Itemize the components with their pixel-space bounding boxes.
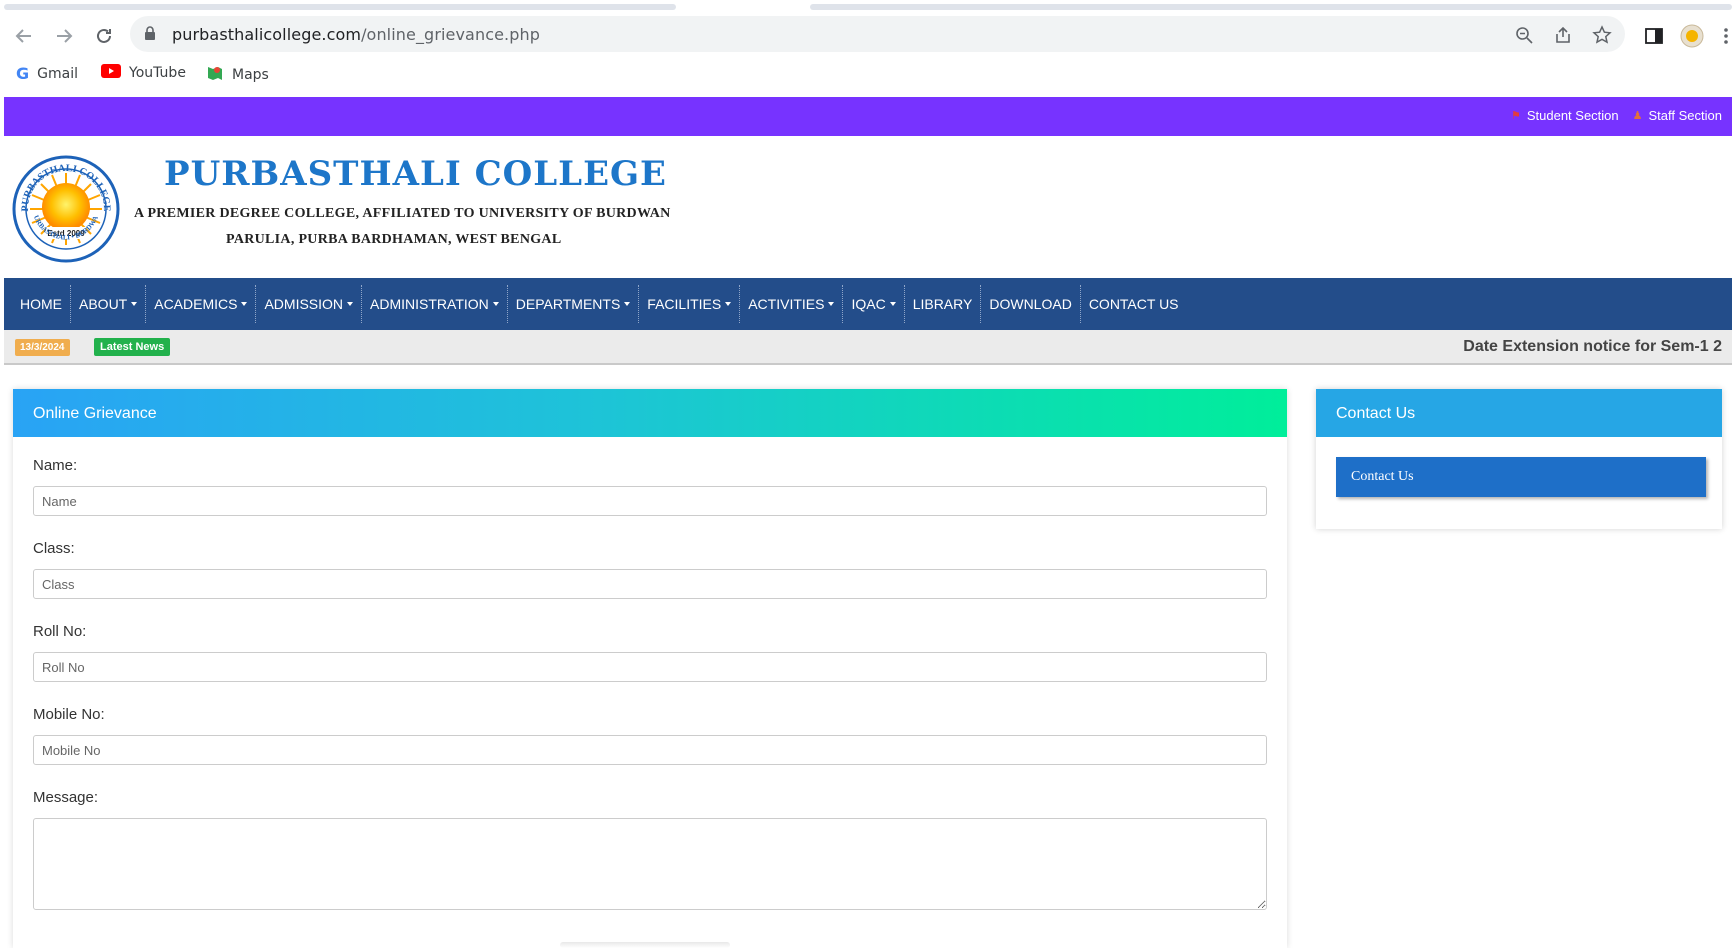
- share-icon[interactable]: [1552, 24, 1574, 46]
- caret-down-icon: [889, 302, 896, 306]
- caret-down-icon: [828, 302, 835, 306]
- roll-no-input[interactable]: [33, 652, 1267, 682]
- latest-news-badge: Latest News: [94, 338, 171, 356]
- nav-about[interactable]: ABOUT: [71, 285, 147, 323]
- mobile-no-label: Mobile No:: [33, 706, 105, 723]
- mobile-no-input[interactable]: [33, 735, 1267, 765]
- caret-down-icon: [725, 302, 732, 306]
- bookmarks-bar: G Gmail YouTube Maps: [0, 62, 1732, 86]
- back-arrow-icon[interactable]: [10, 22, 38, 50]
- college-subtitle: A PREMIER DEGREE COLLEGE, AFFILIATED TO …: [134, 206, 671, 221]
- grievance-form: Name: Class: Roll No: Mobile No: Message…: [13, 437, 1287, 910]
- reload-icon[interactable]: [90, 22, 118, 50]
- roll-no-label: Roll No:: [33, 623, 87, 640]
- maps-icon: [206, 64, 224, 86]
- url-text: purbasthalicollege.com/online_grievance.…: [172, 25, 540, 44]
- news-ticker-text[interactable]: Date Extension notice for Sem-1 2: [1463, 338, 1722, 356]
- browser-tab[interactable]: [810, 4, 1732, 10]
- flag-icon: ⚑: [1510, 110, 1521, 122]
- top-utility-bar: ⚑ Student Section ♟ Staff Section: [4, 97, 1732, 136]
- college-address: PARULIA, PURBA BARDHAMAN, WEST BENGAL: [226, 232, 562, 247]
- nav-admission[interactable]: ADMISSION: [256, 285, 363, 323]
- message-label: Message:: [33, 789, 99, 806]
- user-icon: ♟: [1632, 110, 1643, 122]
- nav-facilities[interactable]: FACILITIES: [639, 285, 741, 323]
- main-nav: HOME ABOUT ACADEMICS ADMISSION ADMINISTR…: [4, 278, 1732, 330]
- forward-arrow-icon[interactable]: [50, 22, 78, 50]
- contact-sidebar: Contact Us Contact Us: [1316, 389, 1722, 529]
- news-ticker: 13/3/2024 Latest News Date Extension not…: [4, 330, 1732, 365]
- nav-contact-us[interactable]: CONTACT US: [1081, 285, 1187, 323]
- grievance-panel: Online Grievance Name: Class: Roll No: M…: [13, 389, 1287, 948]
- youtube-icon: [101, 64, 121, 82]
- tab-strip: [0, 0, 1732, 12]
- zoom-icon[interactable]: [1513, 24, 1535, 46]
- student-section-link[interactable]: ⚑ Student Section: [1511, 108, 1619, 123]
- message-textarea[interactable]: [33, 818, 1267, 910]
- nav-download[interactable]: DOWNLOAD: [981, 285, 1081, 323]
- nav-activities[interactable]: ACTIVITIES: [740, 285, 844, 323]
- site-header: Estd 2009 PURBASTHALI COLLEGE PURBASTHAL…: [4, 136, 1732, 278]
- caret-down-icon: [131, 302, 138, 306]
- address-bar[interactable]: purbasthalicollege.com/online_grievance.…: [130, 16, 1625, 52]
- submit-button-edge[interactable]: [560, 942, 730, 948]
- class-label: Class:: [33, 540, 75, 557]
- browser-chrome: purbasthalicollege.com/online_grievance.…: [0, 0, 1732, 97]
- name-input[interactable]: [33, 486, 1267, 516]
- name-label: Name:: [33, 457, 78, 474]
- profile-avatar[interactable]: [1678, 22, 1706, 50]
- browser-menu-icon[interactable]: [1712, 22, 1732, 50]
- nav-iqac[interactable]: IQAC: [843, 285, 905, 323]
- side-panel-icon[interactable]: [1640, 22, 1668, 50]
- grievance-panel-title: Online Grievance: [13, 389, 1287, 437]
- caret-down-icon: [492, 302, 499, 306]
- star-icon[interactable]: [1591, 24, 1613, 46]
- class-input[interactable]: [33, 569, 1267, 599]
- news-date-badge: 13/3/2024: [15, 339, 70, 356]
- contact-us-button[interactable]: Contact Us: [1336, 457, 1706, 497]
- bookmark-maps[interactable]: Maps: [206, 64, 269, 86]
- staff-section-link[interactable]: ♟ Staff Section: [1633, 108, 1722, 123]
- caret-down-icon: [241, 302, 248, 306]
- college-logo[interactable]: Estd 2009 PURBASTHALI COLLEGE PURBASTHAL…: [9, 149, 120, 263]
- caret-down-icon: [347, 302, 354, 306]
- college-title: PURBASTHALI COLLEGE: [164, 154, 667, 194]
- contact-sidebar-title: Contact Us: [1316, 389, 1722, 437]
- bookmark-youtube[interactable]: YouTube: [101, 64, 186, 82]
- nav-academics[interactable]: ACADEMICS: [146, 285, 257, 323]
- nav-departments[interactable]: DEPARTMENTS: [508, 285, 640, 323]
- nav-library[interactable]: LIBRARY: [905, 285, 982, 323]
- nav-administration[interactable]: ADMINISTRATION: [362, 285, 508, 323]
- caret-down-icon: [624, 302, 631, 306]
- lock-icon[interactable]: [144, 26, 156, 46]
- browser-tab[interactable]: [4, 4, 676, 10]
- nav-home[interactable]: HOME: [12, 285, 71, 323]
- bookmark-gmail[interactable]: G Gmail: [16, 64, 78, 83]
- browser-toolbar: purbasthalicollege.com/online_grievance.…: [0, 16, 1732, 56]
- gmail-icon: G: [16, 64, 30, 83]
